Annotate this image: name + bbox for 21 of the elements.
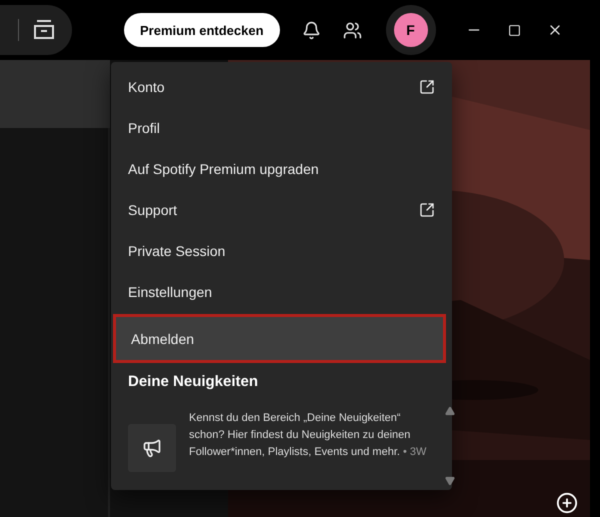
menu-item[interactable]: Abmelden: [113, 314, 446, 363]
external-link-icon: [419, 202, 435, 218]
external-link-icon: [419, 78, 435, 94]
maximize-icon[interactable]: [508, 24, 521, 36]
bell-icon[interactable]: [302, 20, 321, 40]
box-icon[interactable]: [32, 18, 56, 42]
megaphone-icon: [128, 424, 176, 472]
premium-button[interactable]: Premium entdecken: [124, 13, 280, 47]
menu-item[interactable]: Einstellungen: [111, 271, 452, 312]
menu-item[interactable]: Auf Spotify Premium upgraden: [111, 148, 452, 189]
scroll-up-icon[interactable]: [445, 406, 455, 416]
section-title: Deine Neuigkeiten: [128, 373, 260, 390]
news-text: Kennst du den Bereich „Deine Neuigkeiten“ schon? Hier findest du Neuigkeiten zu deinen Follower*innen, Playlists, Events und mehr. • 3W: [189, 411, 427, 460]
menu-item[interactable]: Konto: [111, 66, 452, 107]
scroll-down-icon[interactable]: [445, 476, 455, 486]
users-icon[interactable]: [342, 20, 362, 40]
avatar-button[interactable]: F: [394, 13, 428, 47]
menu-item[interactable]: Support: [111, 189, 452, 230]
menu-item[interactable]: Profil: [111, 107, 452, 148]
menu-item[interactable]: Private Session: [111, 230, 452, 271]
add-icon[interactable]: [556, 492, 578, 514]
